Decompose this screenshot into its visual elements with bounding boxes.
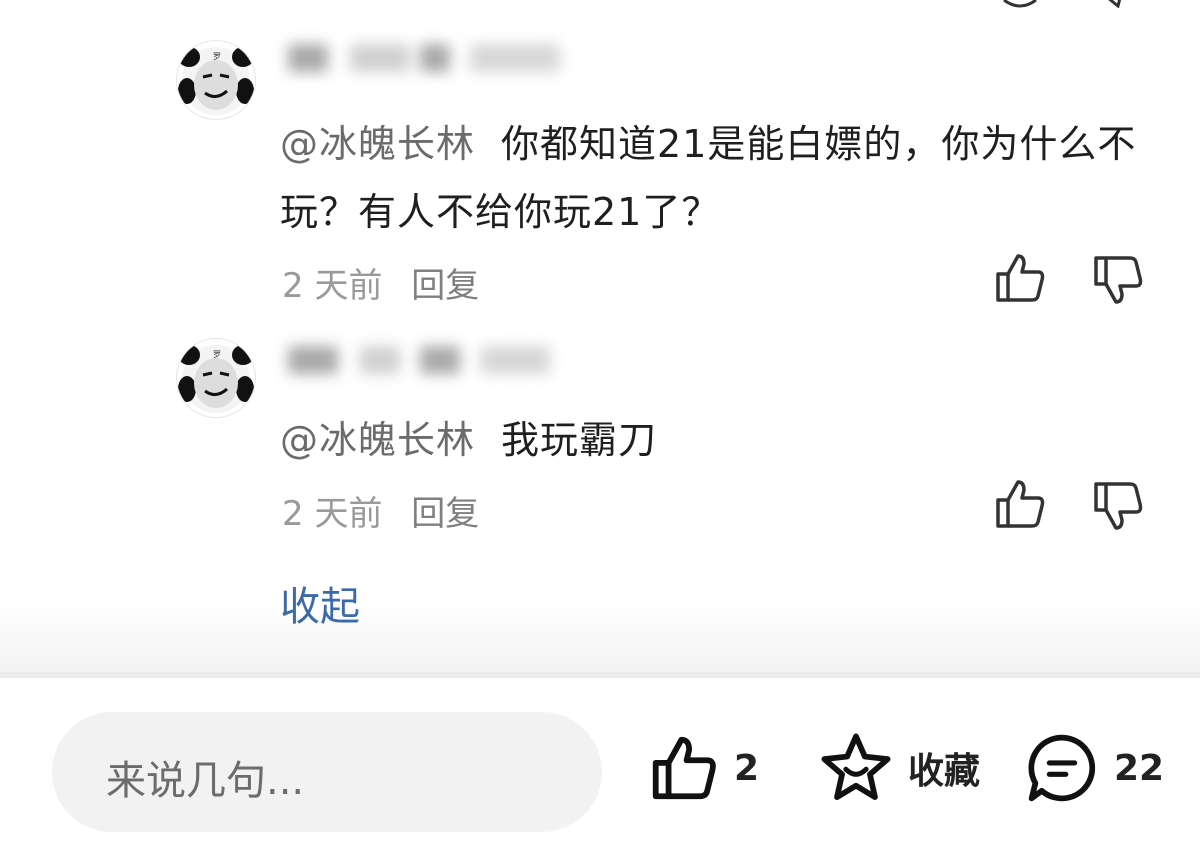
comment-input[interactable]: 来说几句... (52, 712, 602, 832)
reply-button[interactable]: 回复 (411, 494, 479, 534)
comment-body: @冰魄长林 你都知道21是能白嫖的，你为什么不玩？有人不给你玩21了？ (280, 110, 1150, 246)
comment-input-placeholder: 来说几句... (106, 758, 305, 804)
comment-count-button[interactable]: 22 (1024, 728, 1164, 808)
reply-button[interactable]: 回复 (411, 266, 479, 306)
comment-bubble-icon (1028, 734, 1096, 802)
panda-meme-avatar-icon: 罗 (178, 47, 254, 115)
mention-link[interactable]: @冰魄长林 (280, 418, 475, 462)
favorite-button[interactable]: 收藏 (818, 728, 980, 808)
comment-body: @冰魄长林 我玩霸刀 (280, 406, 1150, 474)
like-count: 2 (734, 747, 760, 789)
favorite-label: 收藏 (908, 751, 981, 792)
mention-link[interactable]: @冰魄长林 (280, 122, 475, 166)
thumbs-up-icon[interactable] (992, 476, 1048, 532)
username-blurred[interactable] (280, 34, 600, 82)
username-blurred[interactable] (280, 336, 600, 384)
partial-icon (1003, 0, 1037, 8)
comment-count: 22 (1114, 747, 1165, 789)
thumbs-up-icon[interactable] (992, 250, 1048, 306)
thumbs-down-icon[interactable] (1090, 478, 1146, 534)
avatar[interactable]: 罗 (176, 40, 256, 120)
collapse-replies-link[interactable]: 收起 (280, 574, 360, 632)
thumbs-down-icon[interactable] (1090, 252, 1146, 308)
comment-meta: 2 天前 回复 (282, 486, 479, 535)
comment-time: 2 天前 (282, 494, 383, 534)
comment-time: 2 天前 (282, 266, 383, 306)
svg-text:罗: 罗 (213, 350, 221, 359)
comment-meta: 2 天前 回复 (282, 258, 479, 307)
thumbs-up-icon (652, 736, 716, 800)
comment-text: 我玩霸刀 (501, 418, 658, 462)
panda-meme-avatar-icon: 罗 (178, 345, 254, 413)
bottom-action-bar: 来说几句... 2 收藏 22 (0, 678, 1200, 868)
star-icon (821, 733, 891, 800)
svg-text:罗: 罗 (213, 52, 221, 61)
avatar[interactable]: 罗 (176, 338, 256, 418)
partial-icon (1108, 0, 1122, 8)
like-button[interactable]: 2 (648, 728, 759, 808)
top-partial-actions (0, 0, 1200, 10)
list-bottom-fade (0, 600, 1200, 672)
